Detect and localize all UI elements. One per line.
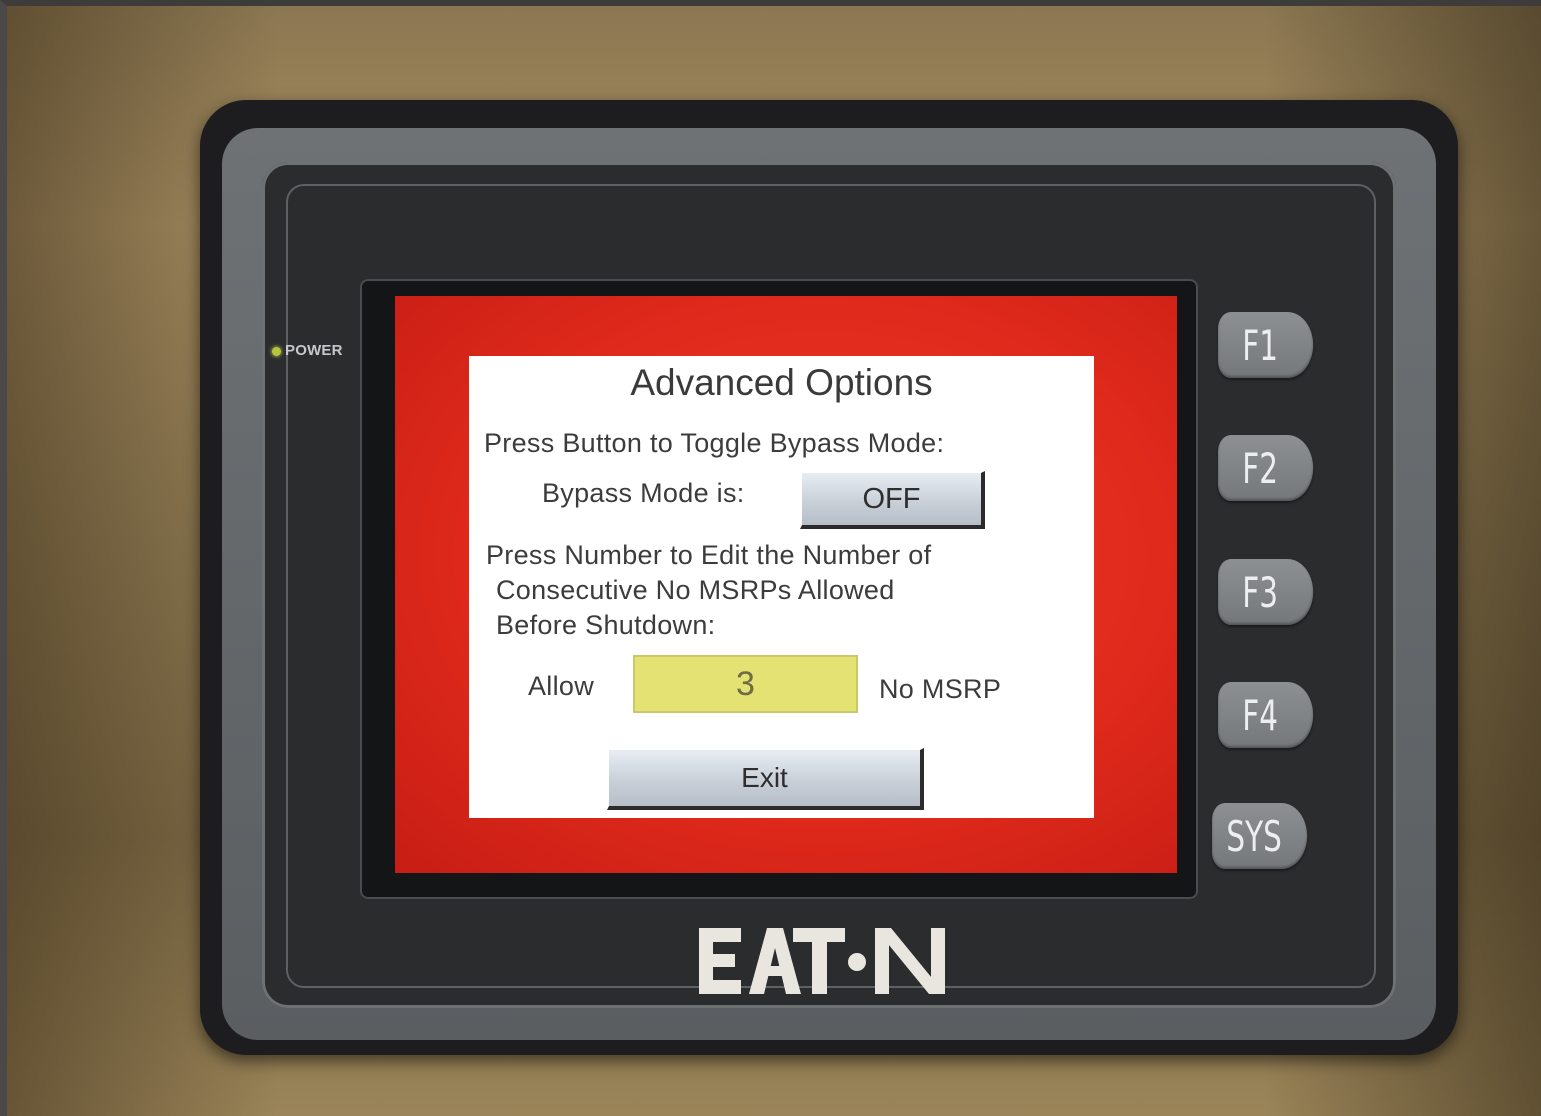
f4-key[interactable]: F4 (1218, 682, 1314, 748)
allow-label: Allow (528, 671, 595, 701)
no-msrp-count-field[interactable]: 3 (633, 655, 858, 713)
f1-key[interactable]: F1 (1218, 312, 1314, 378)
edit-prompt-line-3: Before Shutdown: (496, 610, 716, 640)
bypass-toggle-button[interactable]: OFF (800, 471, 985, 529)
dialog-title: Advanced Options (630, 362, 933, 403)
touch-screen: Advanced Options Press Button to Toggle … (395, 296, 1177, 873)
f2-key[interactable]: F2 (1218, 435, 1314, 501)
power-label: POWER (285, 342, 343, 359)
edit-prompt-line-2: Consecutive No MSRPs Allowed (496, 575, 895, 605)
stainless-panel-background: POWER Advanced Options Press Button to T… (0, 0, 1541, 1116)
sys-key[interactable]: SYS (1212, 803, 1308, 869)
toggle-prompt: Press Button to Toggle Bypass Mode: (484, 428, 945, 458)
eaton-logo (699, 928, 945, 994)
unit-label: No MSRP (879, 674, 1002, 704)
f3-key[interactable]: F3 (1218, 559, 1314, 625)
power-led-icon (272, 347, 281, 356)
bypass-mode-label: Bypass Mode is: (542, 478, 745, 508)
edit-prompt-line-1: Press Number to Edit the Number of (486, 540, 932, 570)
exit-button[interactable]: Exit (607, 748, 924, 810)
advanced-options-dialog: Advanced Options Press Button to Toggle … (469, 356, 1094, 818)
